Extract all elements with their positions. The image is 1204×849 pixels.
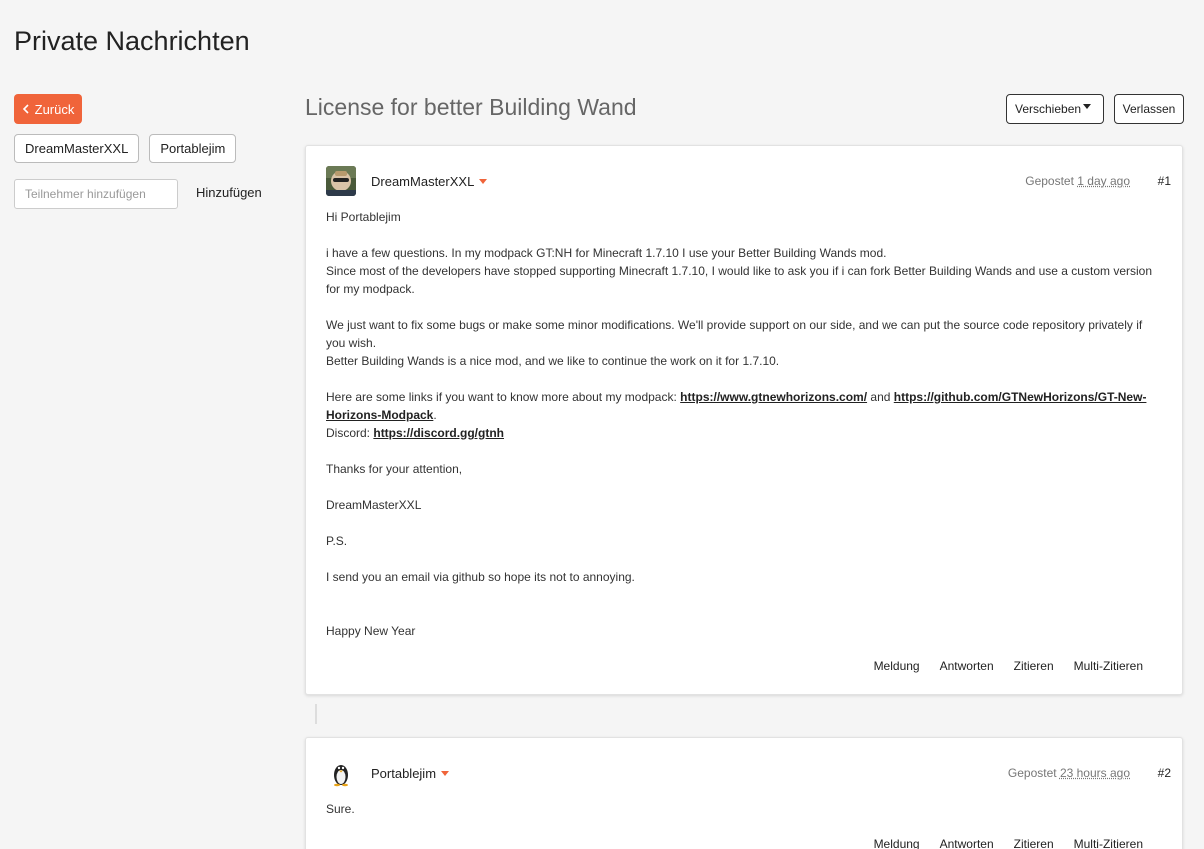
caret-down-icon (479, 179, 488, 184)
add-participant-input[interactable] (14, 179, 178, 209)
post: DreamMasterXXL Gepostet 1 day ago #1 Hi … (305, 145, 1183, 695)
quote-button[interactable]: Zitieren (1014, 659, 1054, 673)
post-body: Hi Portablejim i have a few questions. I… (326, 208, 1161, 640)
posted-label: Gepostet (1025, 174, 1074, 188)
avatar[interactable] (326, 758, 356, 788)
page-title: Private Nachrichten (14, 26, 250, 56)
post-meta: Gepostet 23 hours ago (1008, 766, 1130, 780)
add-participant-button[interactable]: Hinzufügen (196, 185, 262, 200)
topic-title: License for better Building Wand (305, 94, 637, 120)
link-gtnewhorizons[interactable]: https://www.gtnewhorizons.com/ (680, 390, 867, 404)
participant-list: DreamMasterXXL Portablejim (14, 134, 237, 163)
links-intro: Here are some links if you want to know … (326, 390, 677, 404)
post-text: i have a few questions. In my modpack GT… (326, 246, 887, 260)
post-text: Since most of the developers have stoppe… (326, 264, 1153, 296)
back-button-label: Zurück (34, 101, 75, 117)
move-button[interactable]: Verschieben (1006, 94, 1104, 124)
post-text: Sure. (326, 802, 355, 816)
post-actions: Meldung Antworten Zitieren Multi-Zitiere… (874, 659, 1143, 673)
post-text: I send you an email via github so hope i… (326, 570, 635, 584)
multi-quote-button[interactable]: Multi-Zitieren (1074, 659, 1143, 673)
author-name: DreamMasterXXL (371, 174, 475, 189)
post-text: Better Building Wands is a nice mod, and… (326, 354, 780, 368)
post-author[interactable]: Portablejim (371, 766, 450, 781)
leave-button[interactable]: Verlassen (1114, 94, 1184, 124)
reply-button[interactable]: Antworten (940, 837, 994, 849)
caret-down-icon (1083, 103, 1092, 109)
post-text: Thanks for your attention, (326, 462, 463, 476)
link-discord[interactable]: https://discord.gg/gtnh (373, 426, 504, 440)
post-text: Hi Portablejim (326, 210, 401, 224)
quote-button[interactable]: Zitieren (1014, 837, 1054, 849)
post-text: Happy New Year (326, 624, 416, 638)
posted-label: Gepostet (1007, 766, 1057, 780)
move-button-label: Verschieben (1015, 102, 1082, 116)
post-text: P.S. (326, 534, 348, 548)
post-body: Sure. (326, 800, 1161, 818)
period-text: . (433, 408, 437, 422)
post-author[interactable]: DreamMasterXXL (371, 174, 488, 189)
post-actions: Meldung Antworten Zitieren Multi-Zitiere… (874, 837, 1143, 849)
post-number[interactable]: #1 (1158, 174, 1171, 188)
and-text: and (870, 390, 891, 404)
back-button[interactable]: Zurück (14, 94, 82, 124)
post: Portablejim Gepostet 23 hours ago #2 Sur… (305, 737, 1183, 849)
post-text: DreamMasterXXL (326, 498, 422, 512)
report-button[interactable]: Meldung (874, 837, 920, 849)
post-connector (315, 704, 317, 724)
discord-label: Discord: (326, 426, 371, 440)
post-time[interactable]: 23 hours ago (1060, 766, 1130, 780)
post-number[interactable]: #2 (1158, 766, 1171, 780)
avatar[interactable] (326, 166, 356, 196)
post-text: We just want to fix some bugs or make so… (326, 318, 1143, 350)
participant-chip[interactable]: Portablejim (149, 134, 237, 163)
author-name: Portablejim (371, 766, 437, 781)
participant-chip[interactable]: DreamMasterXXL (14, 134, 140, 163)
reply-button[interactable]: Antworten (940, 659, 994, 673)
post-meta: Gepostet 1 day ago (1025, 174, 1130, 188)
report-button[interactable]: Meldung (874, 659, 920, 673)
post-text-links: Here are some links if you want to know … (326, 388, 1161, 424)
post-text-discord: Discord: https://discord.gg/gtnh (326, 424, 1161, 442)
chevron-left-icon (22, 104, 29, 114)
post-time[interactable]: 1 day ago (1077, 174, 1130, 188)
caret-down-icon (441, 771, 450, 776)
multi-quote-button[interactable]: Multi-Zitieren (1074, 837, 1143, 849)
